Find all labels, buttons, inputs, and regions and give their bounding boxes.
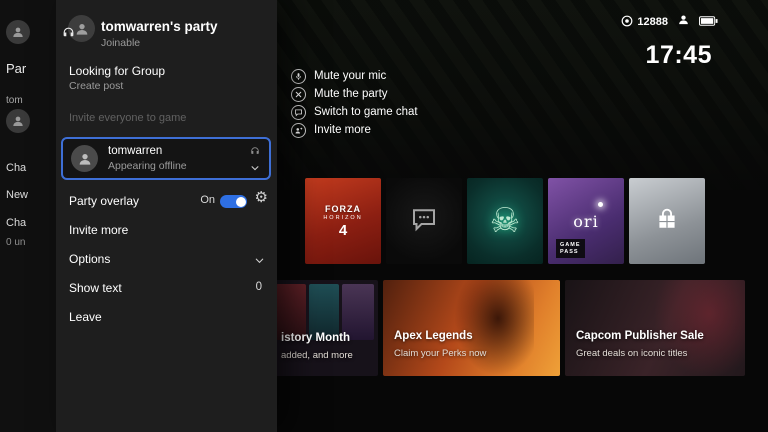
chevron-down-icon[interactable] xyxy=(250,160,260,178)
xbox-dashboard: FORZA HORIZON 4 ☠ ori GAME PASS istory M… xyxy=(0,0,768,432)
mute-party-icon xyxy=(291,87,306,102)
avatar xyxy=(6,109,30,133)
credits-counter: 12888 xyxy=(621,15,668,30)
avatar xyxy=(6,20,30,44)
banner-title: Apex Legends xyxy=(394,330,473,342)
truncated-label: Par xyxy=(6,61,26,76)
gear-icon[interactable]: ⚙ xyxy=(255,190,268,205)
toggle-knob xyxy=(236,197,246,207)
truncated-label: New xyxy=(6,189,28,201)
speech-bubble-icon xyxy=(409,204,439,239)
banner-subtitle: Claim your Perks now xyxy=(394,348,486,359)
status-bar: 12888 xyxy=(621,13,718,31)
menu-item-label: Switch to game chat xyxy=(314,106,418,118)
banner-title: istory Month xyxy=(281,332,350,344)
member-name: tomwarren xyxy=(108,145,162,157)
menu-item-label: Invite more xyxy=(314,124,371,136)
tile-ori[interactable]: ori GAME PASS xyxy=(548,178,624,264)
tile-sea-of-thieves[interactable]: ☠ xyxy=(467,178,543,264)
game-chat-icon xyxy=(291,105,306,120)
tile-label: HORIZON xyxy=(323,215,362,221)
invite-more-icon xyxy=(291,123,306,138)
party-title: tomwarren's party xyxy=(101,19,218,34)
credits-value: 12888 xyxy=(637,16,668,28)
skull-icon: ☠ xyxy=(490,201,520,241)
leave-button[interactable]: Leave xyxy=(69,310,102,324)
menu-item-switch-to-game-chat[interactable]: Switch to game chat xyxy=(291,104,418,120)
menu-item-mute-your-mic[interactable]: Mute your mic xyxy=(291,68,386,84)
ori-spirit-icon xyxy=(598,202,603,207)
battery-icon xyxy=(699,13,718,31)
invite-more-button[interactable]: Invite more xyxy=(69,223,128,237)
menu-item-mute-the-party[interactable]: Mute the party xyxy=(291,86,388,102)
truncated-label: 0 un xyxy=(6,237,25,248)
tile-chat[interactable] xyxy=(386,178,462,264)
capcom-characters-image xyxy=(655,280,745,376)
clock: 17:45 xyxy=(646,41,712,70)
party-overlay-state: On xyxy=(200,194,215,206)
truncated-label: Cha xyxy=(6,162,26,174)
party-member-card[interactable]: tomwarren Appearing offline xyxy=(61,137,271,180)
coin-icon xyxy=(621,15,633,30)
truncated-label: Cha xyxy=(6,217,26,229)
banner-apex-legends[interactable]: Apex Legends Claim your Perks now xyxy=(383,280,560,376)
party-overlay-label: Party overlay xyxy=(69,194,139,208)
invite-everyone-label: Invite everyone to game xyxy=(69,112,186,124)
show-text-button[interactable]: Show text xyxy=(69,281,122,295)
game-pass-badge: GAME PASS xyxy=(556,239,585,258)
headset-icon xyxy=(250,143,260,161)
tile-forza-horizon-4[interactable]: FORZA HORIZON 4 xyxy=(305,178,381,264)
member-avatar xyxy=(71,145,98,172)
badge-line: GAME xyxy=(560,242,581,248)
banner-capcom-sale[interactable]: Capcom Publisher Sale Great deals on ico… xyxy=(565,280,745,376)
badge-line: PASS xyxy=(560,249,581,255)
apex-character-image xyxy=(454,280,534,376)
lfg-create-post[interactable]: Create post xyxy=(69,80,123,92)
show-text-value: 0 xyxy=(256,281,262,293)
party-joinable-status: Joinable xyxy=(101,37,140,49)
menu-item-label: Mute the party xyxy=(314,88,388,100)
tile-label: FORZA xyxy=(325,204,361,214)
banner-subtitle: added, and more xyxy=(281,350,353,361)
party-overlay-toggle[interactable] xyxy=(220,195,247,208)
member-status: Appearing offline xyxy=(108,160,187,172)
party-app-background-panel: Par tom Cha New Cha 0 un xyxy=(0,0,56,432)
banner-subtitle: Great deals on iconic titles xyxy=(576,348,687,359)
headset-icon xyxy=(62,26,75,44)
menu-item-label: Mute your mic xyxy=(314,70,386,82)
options-button[interactable]: Options xyxy=(69,252,110,266)
banner-title: Capcom Publisher Sale xyxy=(576,330,704,342)
menu-item-invite-more[interactable]: Invite more xyxy=(291,122,371,138)
truncated-label: tom xyxy=(6,95,23,106)
tile-label: ori xyxy=(573,212,598,231)
party-flyout-panel: tomwarren's party Joinable Looking for G… xyxy=(56,0,277,432)
tile-microsoft-store[interactable] xyxy=(629,178,705,264)
mic-icon xyxy=(291,69,306,84)
chevron-down-icon xyxy=(254,253,265,271)
lfg-label[interactable]: Looking for Group xyxy=(69,64,165,78)
profile-status-icon xyxy=(677,13,690,31)
store-icon xyxy=(653,205,681,238)
tile-label: 4 xyxy=(339,222,347,239)
